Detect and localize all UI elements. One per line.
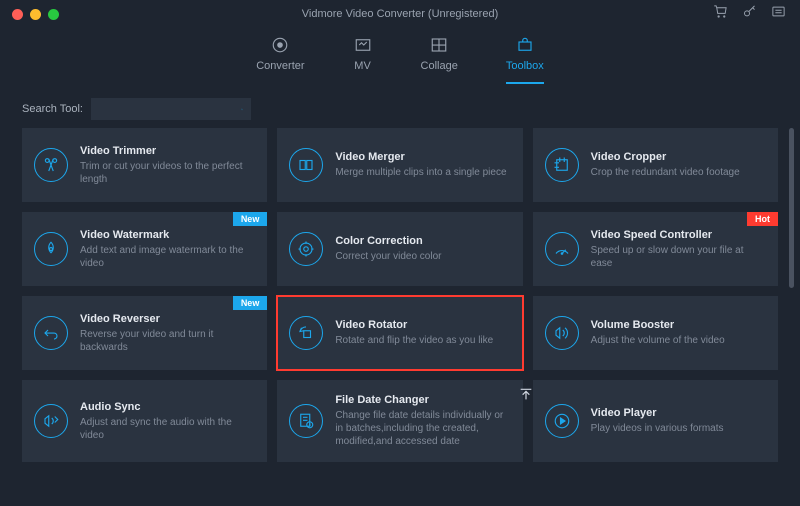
minimize-window[interactable] (30, 9, 41, 20)
tool-card-video-rotator[interactable]: Video Rotator Rotate and flip the video a… (277, 296, 522, 370)
tool-desc: Merge multiple clips into a single piece (335, 166, 510, 179)
search-label: Search Tool: (22, 103, 83, 115)
maximize-window[interactable] (48, 9, 59, 20)
tool-card-video-speed-controller[interactable]: Hot Video Speed Controller Speed up or slo… (533, 212, 778, 286)
tool-title: Audio Sync (80, 401, 255, 413)
tool-desc: Change file date details individually or… (335, 409, 510, 448)
tool-card-video-trimmer[interactable]: Video Trimmer Trim or cut your videos to … (22, 128, 267, 202)
tool-icon (545, 404, 579, 438)
tool-icon (289, 232, 323, 266)
tool-desc: Reverse your video and turn it backwards (80, 328, 255, 354)
scrollbar[interactable] (789, 128, 794, 288)
tab-toolbox[interactable]: Toolbox (506, 36, 544, 84)
window-controls[interactable] (0, 9, 59, 20)
tool-card-video-merger[interactable]: Video Merger Merge multiple clips into a … (277, 128, 522, 202)
tool-icon (289, 404, 323, 438)
tool-title: File Date Changer (335, 394, 510, 406)
tool-card-video-watermark[interactable]: New Video Watermark Add text and image wat… (22, 212, 267, 286)
hot-badge: Hot (747, 212, 778, 226)
tab-converter[interactable]: Converter (256, 36, 304, 84)
main-tabs: Converter MV Collage Toolbox (0, 28, 800, 84)
tool-icon (34, 316, 68, 350)
scroll-to-top-button[interactable] (518, 386, 534, 407)
tool-title: Video Watermark (80, 229, 255, 241)
tool-desc: Add text and image watermark to the vide… (80, 244, 255, 270)
tool-title: Volume Booster (591, 319, 766, 331)
tool-desc: Crop the redundant video footage (591, 166, 766, 179)
tool-card-color-correction[interactable]: Color Correction Correct your video color (277, 212, 522, 286)
tool-card-audio-sync[interactable]: Audio Sync Adjust and sync the audio with… (22, 380, 267, 462)
tool-card-video-player[interactable]: Video Player Play videos in various forma… (533, 380, 778, 462)
tool-icon (289, 148, 323, 182)
tab-mv[interactable]: MV (353, 36, 373, 84)
tool-icon (34, 404, 68, 438)
tool-title: Video Trimmer (80, 145, 255, 157)
tool-title: Video Speed Controller (591, 229, 766, 241)
tool-desc: Trim or cut your videos to the perfect l… (80, 160, 255, 186)
tool-desc: Adjust the volume of the video (591, 334, 766, 347)
tool-icon (545, 232, 579, 266)
search-icon (241, 103, 243, 116)
new-badge: New (233, 296, 268, 310)
tool-desc: Correct your video color (335, 250, 510, 263)
tool-desc: Speed up or slow down your file at ease (591, 244, 766, 270)
close-window[interactable] (12, 9, 23, 20)
tool-icon (34, 148, 68, 182)
tool-card-video-cropper[interactable]: Video Cropper Crop the redundant video fo… (533, 128, 778, 202)
tool-title: Video Merger (335, 151, 510, 163)
new-badge: New (233, 212, 268, 226)
tool-grid: Video Trimmer Trim or cut your videos to … (22, 128, 778, 462)
tool-icon (34, 232, 68, 266)
tool-icon (289, 316, 323, 350)
tab-collage[interactable]: Collage (421, 36, 458, 84)
search-input[interactable] (99, 103, 241, 115)
cart-icon[interactable] (713, 4, 728, 24)
tool-title: Color Correction (335, 235, 510, 247)
tool-desc: Play videos in various formats (591, 422, 766, 435)
tool-title: Video Player (591, 407, 766, 419)
search-box[interactable] (91, 98, 251, 120)
tool-card-file-date-changer[interactable]: File Date Changer Change file date detail… (277, 380, 522, 462)
tool-desc: Adjust and sync the audio with the video (80, 416, 255, 442)
tool-desc: Rotate and flip the video as you like (335, 334, 510, 347)
tool-title: Video Cropper (591, 151, 766, 163)
tool-title: Video Reverser (80, 313, 255, 325)
tool-icon (545, 148, 579, 182)
key-icon[interactable] (742, 4, 757, 24)
tool-title: Video Rotator (335, 319, 510, 331)
tool-card-video-reverser[interactable]: New Video Reverser Reverse your video and … (22, 296, 267, 370)
tool-icon (545, 316, 579, 350)
tool-card-volume-booster[interactable]: Volume Booster Adjust the volume of the v… (533, 296, 778, 370)
menu-icon[interactable] (771, 4, 786, 24)
window-title: Vidmore Video Converter (Unregistered) (302, 8, 498, 20)
